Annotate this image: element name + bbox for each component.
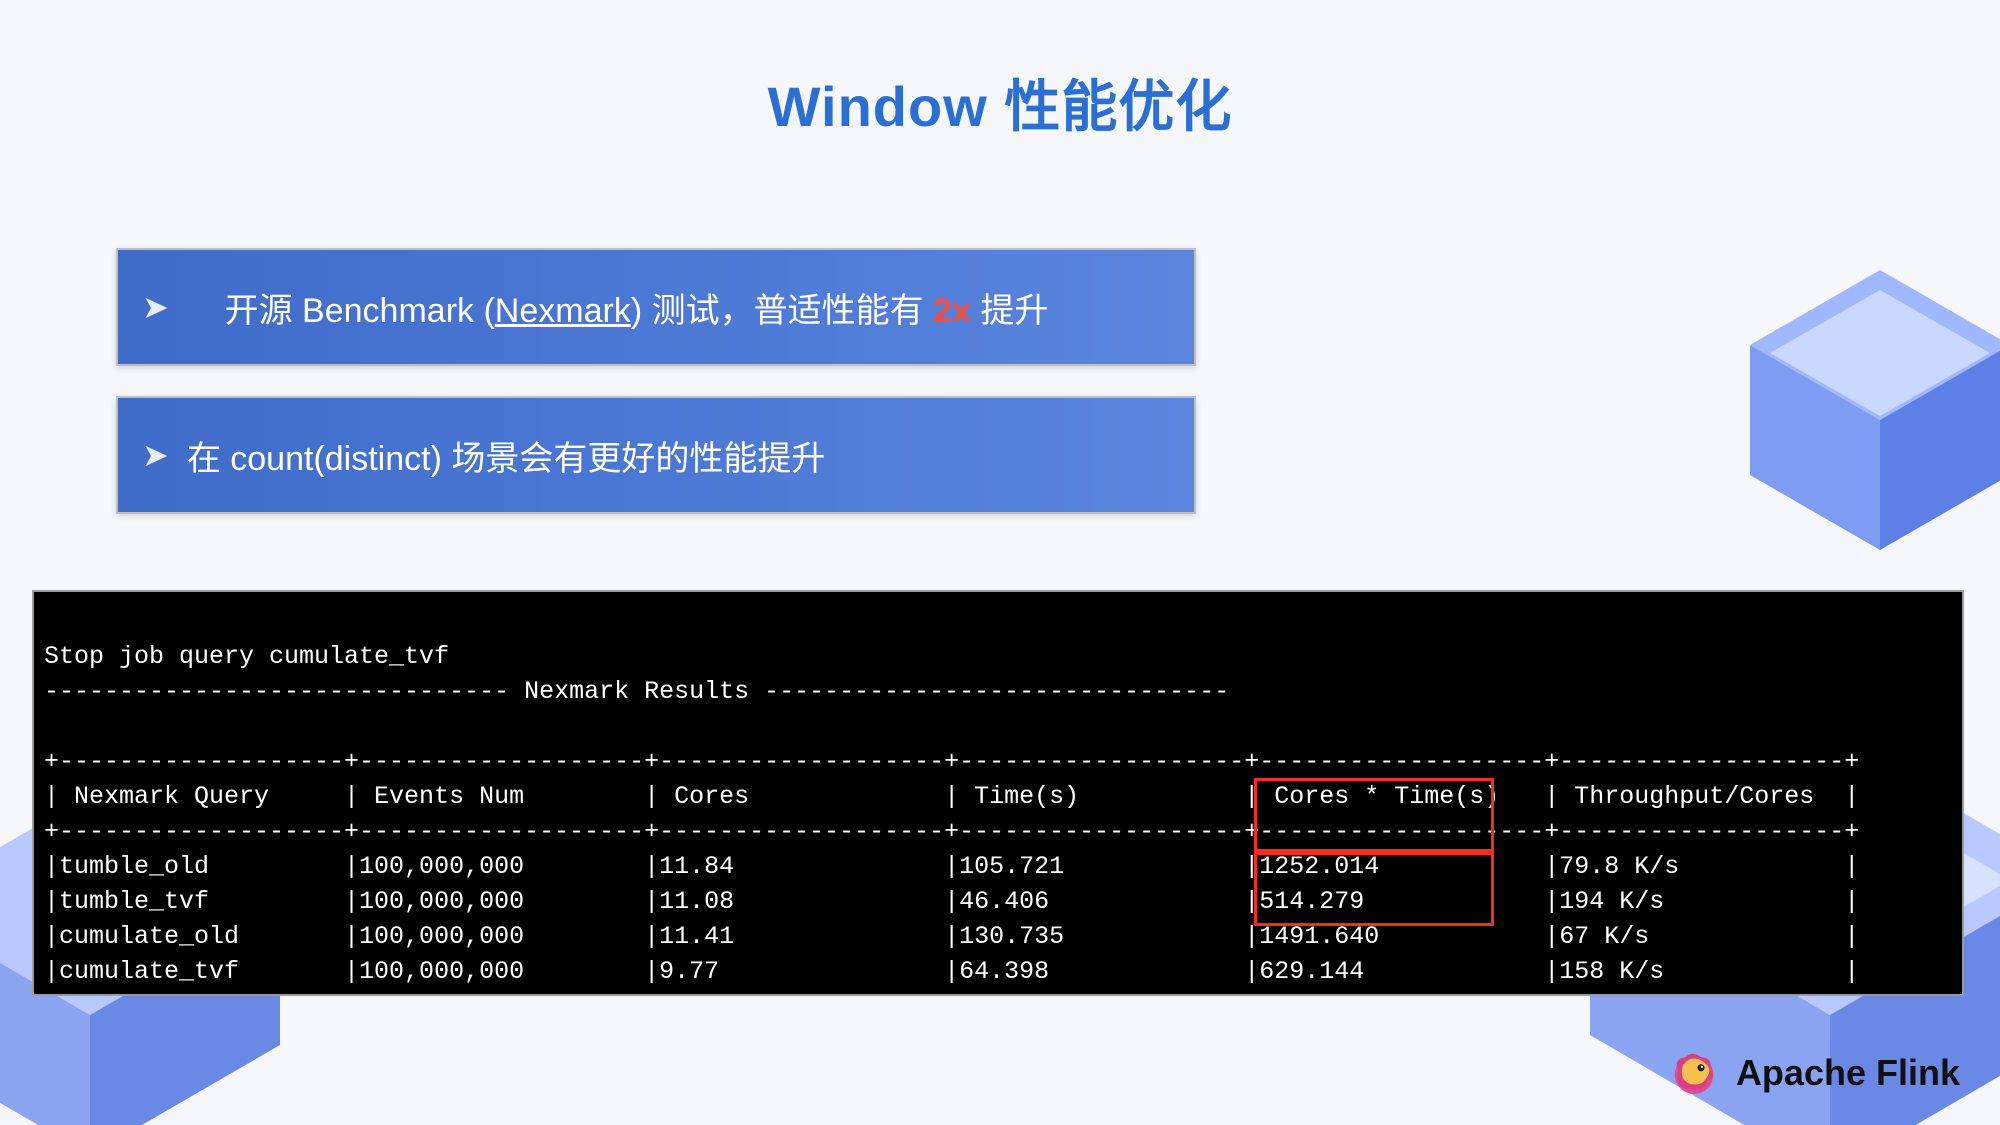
callout1-link: Nexmark — [495, 292, 631, 330]
callout1-prefix: 开源 Benchmark ( — [225, 292, 495, 330]
flink-logo-icon — [1666, 1045, 1722, 1101]
term-line-banner: ------------------------------- Nexmark … — [44, 677, 1229, 706]
term-header: | Nexmark Query | Events Num | Cores | T… — [44, 782, 1859, 811]
term-row-1: |tumble_tvf |100,000,000 |11.08 |46.406 … — [44, 887, 1859, 916]
chevron-right-icon: ➤ — [142, 291, 169, 323]
deco-cube-top-right — [1730, 250, 2000, 570]
brand-apache-flink: Apache Flink — [1666, 1045, 1960, 1101]
callout-benchmark: ➤ 开源 Benchmark (Nexmark) 测试，普适性能有 2x 提升 — [116, 248, 1196, 366]
callout-count-distinct: ➤ 在 count(distinct) 场景会有更好的性能提升 — [116, 396, 1196, 514]
term-line-stop: Stop job query cumulate_tvf — [44, 642, 449, 671]
callout1-suffix: 提升 — [971, 292, 1048, 330]
callout1-highlight: 2x — [933, 292, 971, 330]
callout-benchmark-text: 开源 Benchmark (Nexmark) 测试，普适性能有 2x 提升 — [187, 244, 1049, 371]
term-row-0: |tumble_old |100,000,000 |11.84 |105.721… — [44, 852, 1859, 881]
callout2-text: 在 count(distinct) 场景会有更好的性能提升 — [187, 431, 826, 480]
term-rule-mid: +-------------------+-------------------… — [44, 817, 1859, 846]
term-row-2: |cumulate_old |100,000,000 |11.41 |130.7… — [44, 922, 1859, 951]
term-rule-top: +-------------------+-------------------… — [44, 747, 1859, 776]
brand-name: Apache Flink — [1736, 1052, 1960, 1094]
term-row-4: |Total |400,000,000 |44.104 |347.260 |38… — [44, 992, 1859, 996]
slide-title: Window 性能优化 — [0, 62, 2000, 143]
term-row-3: |cumulate_tvf |100,000,000 |9.77 |64.398… — [44, 957, 1859, 986]
callout1-mid: ) 测试，普适性能有 — [631, 292, 933, 330]
chevron-right-icon: ➤ — [142, 439, 169, 471]
terminal-output: Stop job query cumulate_tvf ------------… — [32, 590, 1964, 996]
